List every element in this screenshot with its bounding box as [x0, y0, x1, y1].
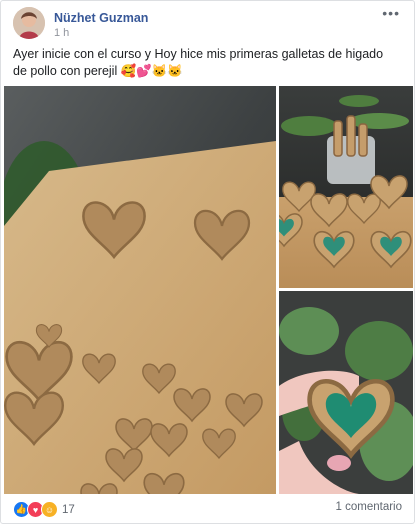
facebook-post: Nüzhet Guzman 1 h ••• Ayer inicie con el…	[0, 0, 415, 524]
reaction-count: 17	[62, 503, 75, 516]
haha-reaction-icon: ☺	[41, 501, 58, 518]
post-time[interactable]: 1 h	[54, 27, 69, 39]
avatar[interactable]	[13, 7, 45, 39]
comments-count[interactable]: 1 comentario	[336, 501, 402, 513]
post-footer: 👍 ♥ ☺ 17 1 comentario	[13, 501, 402, 519]
post-text: Ayer inicie con el curso y Hoy hice mis …	[13, 47, 384, 78]
reactions-summary[interactable]: 👍 ♥ ☺ 17	[13, 501, 75, 518]
photo-main[interactable]	[4, 86, 276, 494]
post-header: Nüzhet Guzman 1 h •••	[13, 5, 402, 41]
photo-cookies-glass[interactable]	[279, 86, 413, 288]
photo-grid	[4, 86, 413, 494]
photo-cookie-in-hand[interactable]	[279, 291, 413, 494]
more-options-icon[interactable]: •••	[382, 5, 400, 21]
author-name[interactable]: Nüzhet Guzman	[54, 11, 148, 25]
